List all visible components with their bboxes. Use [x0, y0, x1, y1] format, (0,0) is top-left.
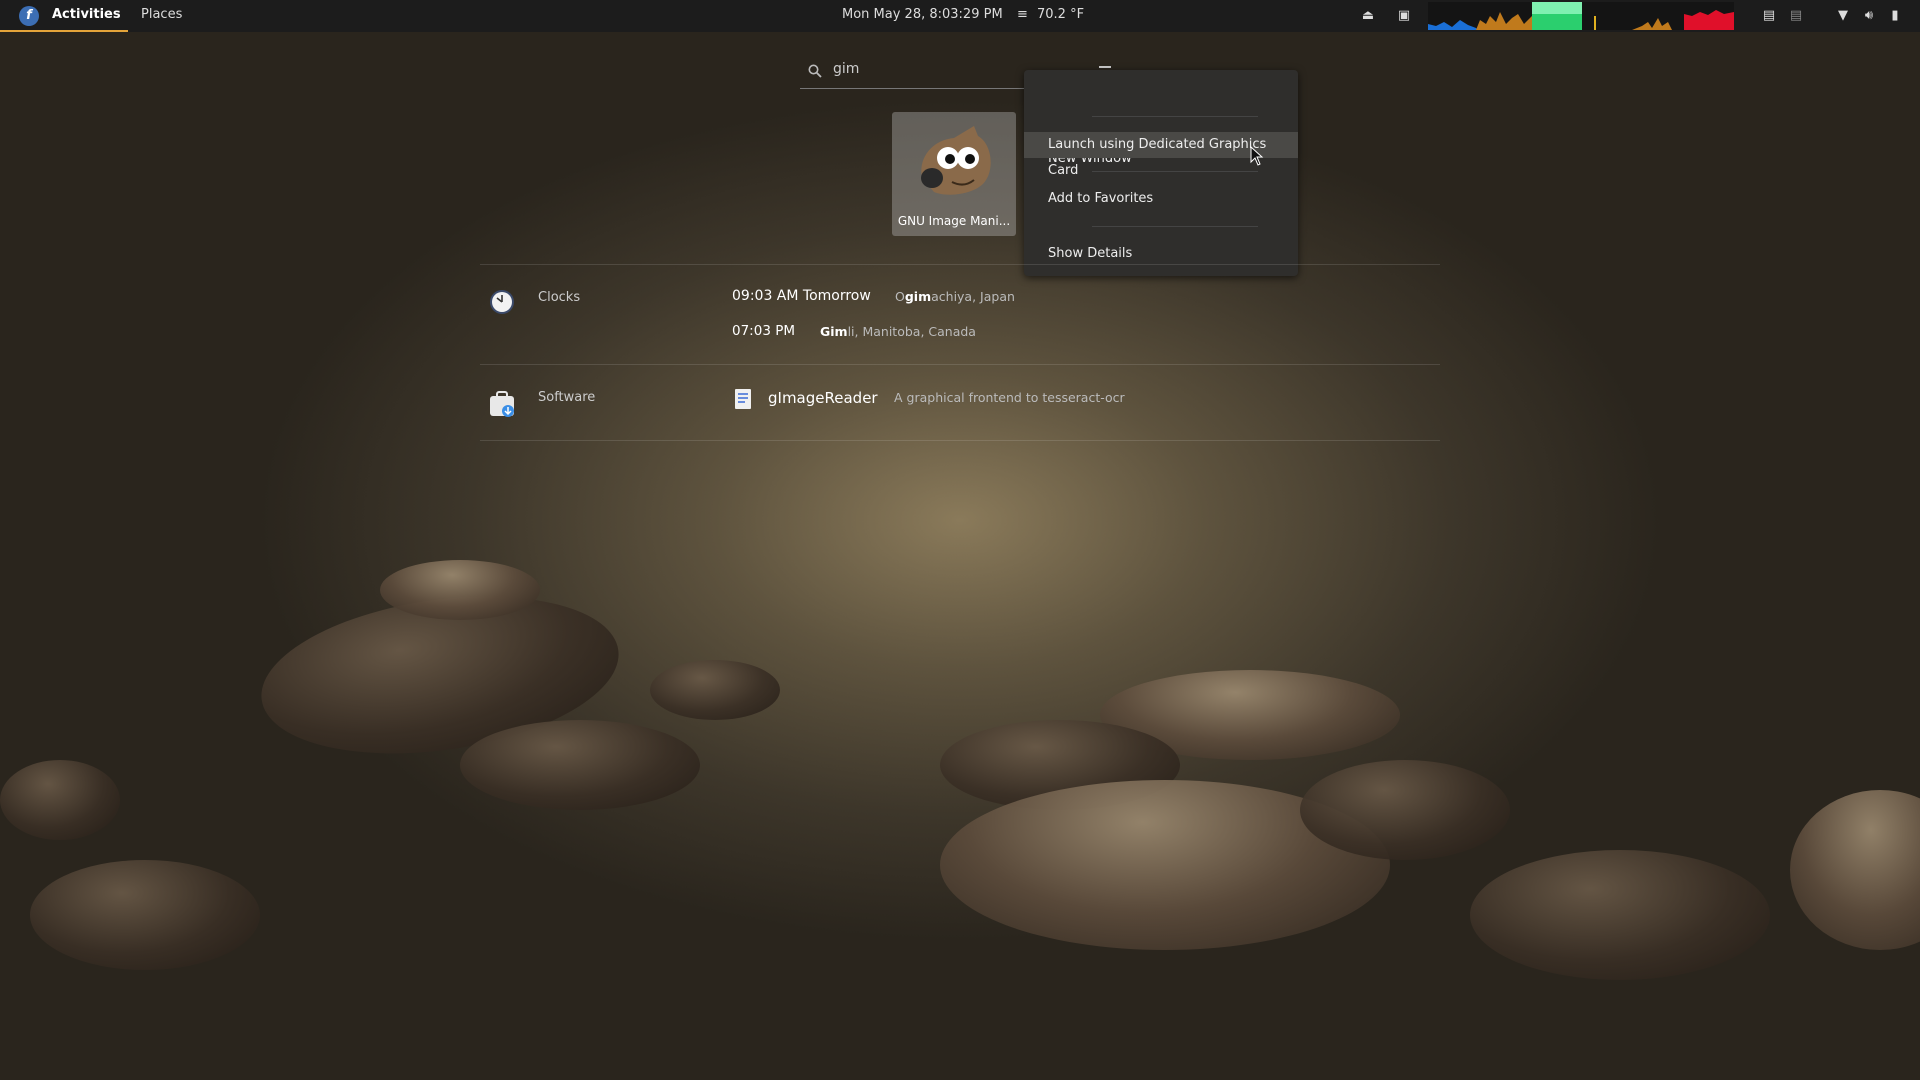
clocks-app-icon[interactable]	[488, 288, 516, 316]
workspace-icon[interactable]: ▣	[1395, 7, 1413, 25]
activities-button[interactable]: Activities	[52, 0, 121, 32]
app-result-gimp[interactable]: GNU Image Mani...	[892, 112, 1016, 236]
activities-indicator	[0, 30, 128, 32]
battery-icon[interactable]: ▮	[1886, 7, 1904, 25]
cpu-graph[interactable]	[1428, 2, 1532, 30]
disk-graph[interactable]	[1684, 2, 1734, 30]
search-input[interactable]	[831, 60, 1025, 78]
clock-result-time[interactable]: 07:03 PM	[732, 323, 795, 339]
software-provider-label: Software	[538, 390, 596, 405]
app-context-menu: New Window Launch using Dedicated Graphi…	[1024, 70, 1298, 276]
weather-button[interactable]: 70.2 °F	[1037, 0, 1084, 32]
top-bar: f Activities Places Mon May 28, 8:03:29 …	[0, 0, 1920, 32]
weather-icon: ≡	[1017, 7, 1028, 22]
eject-icon[interactable]: ⏏	[1359, 7, 1377, 25]
volume-icon[interactable]: 🔊︎	[1860, 7, 1878, 25]
search-entry[interactable]	[800, 58, 1030, 89]
menu-pointer	[1099, 66, 1111, 68]
clocks-provider-label: Clocks	[538, 290, 581, 305]
gimagereader-icon	[735, 389, 751, 409]
swap-graph[interactable]	[1582, 2, 1632, 30]
clock-result-place[interactable]: Gimli, Manitoba, Canada	[820, 324, 976, 339]
memory-graph[interactable]	[1532, 2, 1582, 30]
clock-result-place[interactable]: Ogimachiya, Japan	[895, 289, 1015, 304]
clock-result-time[interactable]: 09:03 AM Tomorrow	[732, 288, 871, 304]
results-divider	[480, 440, 1440, 441]
results-divider	[480, 364, 1440, 365]
results-divider	[480, 264, 1440, 265]
software-app-icon[interactable]	[488, 390, 516, 418]
clock-button[interactable]: Mon May 28, 8:03:29 PM	[842, 0, 1003, 32]
input-method-icon[interactable]: ▤	[1787, 7, 1805, 25]
menu-add-to-favorites[interactable]: Add to Favorites	[1024, 186, 1298, 212]
wifi-icon[interactable]: ▼	[1834, 7, 1852, 25]
fedora-logo-icon[interactable]: f	[19, 6, 39, 26]
places-menu[interactable]: Places	[141, 0, 182, 32]
software-result-name[interactable]: gImageReader	[768, 389, 878, 407]
software-result-description: A graphical frontend to tesseract-ocr	[894, 390, 1125, 405]
gimp-icon	[921, 126, 991, 195]
search-icon	[808, 64, 822, 78]
network-graph[interactable]	[1632, 2, 1684, 30]
app-result-label: GNU Image Mani...	[897, 214, 1011, 228]
mouse-cursor-icon	[1250, 146, 1264, 166]
keyboard-layout-icon[interactable]: ▤	[1760, 7, 1778, 25]
